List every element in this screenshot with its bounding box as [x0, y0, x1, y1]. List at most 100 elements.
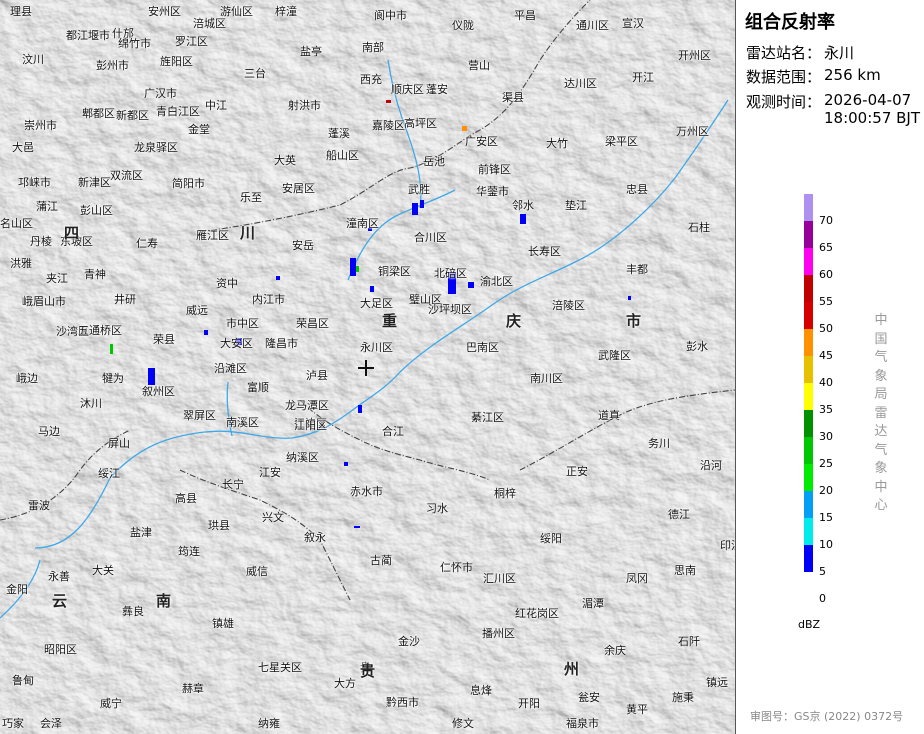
place-label: 渝北区 — [480, 275, 513, 288]
place-label: 射洪市 — [288, 99, 321, 112]
time-date: 2026-04-07 — [824, 91, 912, 109]
place-label: 巧家 — [2, 717, 24, 730]
place-label: 荣县 — [153, 333, 175, 346]
colorbar-label: 30 — [819, 430, 833, 443]
place-label: 江阳区 — [294, 419, 327, 432]
place-label: 青白江区 — [156, 105, 200, 118]
place-label: 高县 — [175, 492, 197, 505]
radar-map[interactable]: 理县 安州区 游仙区 梓潼 阆中市 仪陇 平昌 宣汉 通川区 开州区 汶川 什邡 绵竹市 涪城区 盐亭 南部营… — [0, 0, 735, 734]
place-label: 余庆 — [604, 644, 626, 657]
colorbar-label: 50 — [819, 322, 833, 335]
place-label: 红花岗区 — [515, 607, 559, 620]
place-label: 沐川 — [80, 397, 102, 410]
place-label: 仪陇 — [452, 19, 474, 32]
place-label: 福泉市 — [566, 717, 599, 730]
place-label: 开州区 — [678, 49, 711, 62]
place-label: 嘉陵区 — [372, 119, 405, 132]
place-label: 思南 — [674, 564, 696, 577]
place-label: 船山区 — [326, 149, 359, 162]
place-label: 赤水市 — [350, 485, 383, 498]
place-label: 名山区 — [0, 217, 33, 230]
place-label: 合江 — [382, 425, 404, 438]
place-label: 荣昌区 — [296, 317, 329, 330]
map-approval-number: 审图号：GS京 (2022) 0372号 — [750, 710, 904, 723]
place-label: 大英 — [274, 154, 296, 167]
place-label: 营山 — [468, 59, 490, 72]
place-label: 都江堰市 — [66, 29, 110, 42]
place-label: 大足区 — [360, 297, 393, 310]
colorbar-swatch — [804, 275, 813, 302]
place-label: 黄平 — [626, 703, 648, 716]
colorbar-label: 65 — [819, 241, 833, 254]
place-label: 鲁甸 — [12, 674, 34, 687]
place-label: 德江 — [668, 508, 690, 521]
place-label: 双流区 — [110, 169, 143, 182]
colorbar-swatch — [804, 302, 813, 329]
place-label: 永川区 — [360, 341, 393, 354]
place-label: 雁江区 — [196, 229, 229, 242]
province-label: 重 — [382, 312, 398, 330]
place-label: 市中区 — [226, 317, 259, 330]
colorbar-label: 25 — [819, 457, 833, 470]
place-label: 永善 — [48, 570, 70, 583]
place-label: 新都区 — [116, 109, 149, 122]
place-label: 印江 — [720, 539, 735, 552]
place-label: 正安 — [566, 465, 588, 478]
colorbar-label: 35 — [819, 403, 833, 416]
place-label: 石柱 — [688, 221, 710, 234]
place-label: 会泽 — [40, 717, 62, 730]
place-label: 通川区 — [576, 19, 609, 32]
place-label: 沿河 — [700, 459, 722, 472]
place-label: 泸县 — [306, 369, 328, 382]
colorbar-label: 0 — [819, 592, 826, 605]
place-label: 镇雄 — [212, 617, 234, 630]
place-label: 务川 — [648, 437, 670, 450]
colorbar-label: 20 — [819, 484, 833, 497]
place-label: 纳雍 — [258, 717, 280, 730]
place-label: 涪城区 — [193, 17, 226, 30]
place-label: 广安区 — [465, 135, 498, 148]
place-label: 北碚区 — [434, 267, 467, 280]
place-label: 威宁 — [100, 697, 122, 710]
place-label: 仁寿 — [136, 237, 158, 250]
place-label: 安居区 — [282, 182, 315, 195]
place-label: 兴文 — [262, 511, 284, 524]
station-value: 永川 — [824, 44, 855, 62]
time-row: 观测时间： 2026-04-07 18:00:57 BJT — [746, 91, 920, 127]
place-label: 沿滩区 — [214, 362, 247, 375]
place-label: 西充 — [360, 73, 382, 86]
province-label: 州 — [564, 660, 580, 678]
place-label: 渠县 — [502, 91, 524, 104]
place-label: 长寿区 — [528, 245, 561, 258]
place-label: 邻水 — [512, 199, 534, 212]
place-label: 大竹 — [546, 137, 568, 150]
place-label: 雷波 — [28, 499, 50, 512]
place-label: 崇州市 — [24, 119, 57, 132]
place-label: 大关 — [92, 564, 114, 577]
place-label: 开江 — [632, 71, 654, 84]
colorbar-swatch — [804, 545, 813, 572]
place-label: 纳溪区 — [286, 451, 319, 464]
place-label: 昭阳区 — [44, 643, 77, 656]
place-label: 内江市 — [252, 293, 285, 306]
place-label: 梓潼 — [275, 5, 297, 18]
place-label: 彭山区 — [80, 204, 113, 217]
place-label: 安州区 — [148, 5, 181, 18]
place-label: 镇远 — [706, 676, 728, 689]
place-label: 开阳 — [518, 697, 540, 710]
place-label: 犍为 — [102, 372, 124, 385]
place-label: 汇川区 — [483, 572, 516, 585]
place-label: 盐津 — [130, 526, 152, 539]
range-value: 256 km — [824, 66, 881, 84]
place-label: 珙县 — [208, 519, 230, 532]
place-label: 前锋区 — [478, 163, 511, 176]
place-label: 石阡 — [678, 635, 700, 648]
place-label: 高坪区 — [404, 117, 437, 130]
place-label: 绥阳 — [540, 532, 562, 545]
place-label: 江安 — [259, 466, 281, 479]
place-label: 蒲江 — [36, 200, 58, 213]
place-label: 潼南区 — [346, 217, 379, 230]
place-label: 盐亭 — [300, 45, 322, 58]
station-label: 雷达站名： — [746, 44, 822, 62]
place-label: 巴南区 — [466, 341, 499, 354]
